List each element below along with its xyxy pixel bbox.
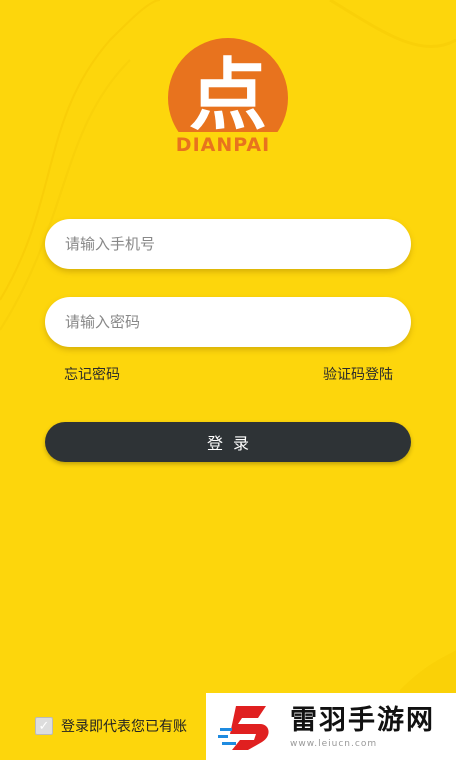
agreement-text: 登录即代表您已有账 [61,719,187,735]
dianpai-logo-icon: 点 DIANPAI [157,38,301,156]
forgot-password-link[interactable]: 忘记密码 [64,364,120,384]
app-logo: 点 DIANPAI [155,36,301,156]
agreement-checkbox[interactable]: ✓ [35,717,53,735]
watermark-url: www.leiucn.com [290,738,378,749]
watermark-title: 雷羽手游网 [290,704,435,736]
logo-glyph: 点 [189,50,267,141]
password-input[interactable] [45,297,411,347]
login-button[interactable]: 登录 [45,422,411,462]
sms-login-link[interactable]: 验证码登陆 [323,364,393,384]
logo-caption: DIANPAI [176,134,270,156]
watermark-logo-icon [218,705,269,750]
watermark: 雷羽手游网 www.leiucn.com [206,693,456,760]
phone-input[interactable] [45,219,411,269]
agreement-row: ✓ 登录即代表您已有账 [35,716,187,736]
check-icon: ✓ [38,718,50,734]
